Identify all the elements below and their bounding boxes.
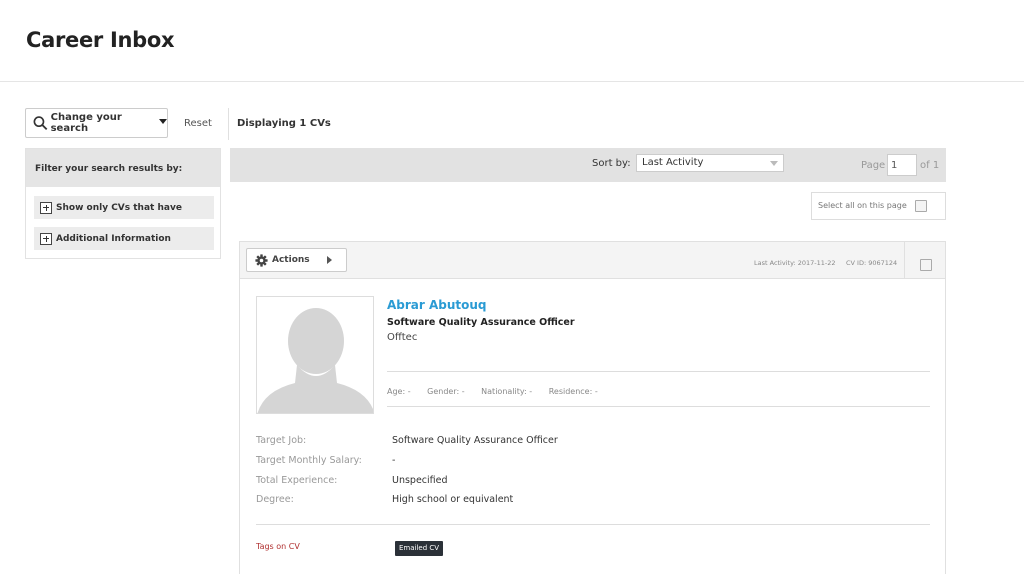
dropdown-arrow-icon	[770, 161, 778, 166]
detail-label: Target Job:	[256, 435, 307, 446]
filter-panel: Filter your search results by: Show only…	[25, 148, 221, 259]
sort-selected-value: Last Activity	[642, 157, 704, 168]
detail-value: High school or equivalent	[392, 494, 514, 505]
detail-label: Degree:	[256, 494, 294, 505]
page-number-input[interactable]	[887, 154, 917, 176]
actions-label: Actions	[272, 255, 310, 265]
candidate-company: Offtec	[387, 332, 418, 343]
detail-value: Unspecified	[392, 475, 448, 486]
search-icon	[33, 116, 48, 131]
caret-down-icon	[159, 119, 167, 124]
demographics-age: Age: -	[387, 387, 411, 396]
last-activity: Last Activity: 2017-11-22	[754, 259, 836, 267]
divider	[387, 371, 930, 372]
divider	[228, 108, 229, 140]
cv-card-header: Actions Last Activity: 2017-11-22 CV ID:…	[240, 242, 945, 279]
cv-select-checkbox[interactable]	[920, 259, 932, 271]
page-title: Career Inbox	[26, 28, 175, 52]
person-silhouette-icon	[257, 297, 373, 413]
cv-card: Actions Last Activity: 2017-11-22 CV ID:…	[239, 241, 946, 574]
page-total: of 1	[920, 160, 940, 171]
candidate-title: Software Quality Assurance Officer	[387, 317, 575, 328]
caret-right-icon	[327, 256, 332, 264]
detail-value: Software Quality Assurance Officer	[392, 435, 558, 446]
expand-plus-icon	[40, 201, 52, 214]
cv-id: CV ID: 9067124	[846, 259, 898, 267]
candidate-name-link[interactable]: Abrar Abutouq	[387, 298, 487, 312]
page-header: Career Inbox	[0, 0, 1024, 82]
select-all-box: Select all on this page	[811, 192, 946, 220]
filter-item-label: Show only CVs that have	[56, 202, 182, 213]
change-search-button[interactable]: Change your search	[25, 108, 168, 138]
sort-bar: Sort by: Last Activity Page of 1	[230, 148, 946, 182]
filter-item-additional-information[interactable]: Additional Information	[34, 227, 214, 250]
sort-select[interactable]: Last Activity	[636, 154, 784, 172]
avatar	[256, 296, 374, 414]
demographics-nationality: Nationality: -	[481, 387, 533, 396]
filter-item-label: Additional Information	[56, 233, 171, 244]
detail-value: -	[392, 455, 396, 466]
sort-label: Sort by:	[592, 158, 631, 169]
change-search-label: Change your search	[50, 112, 122, 134]
reset-link[interactable]: Reset	[184, 118, 212, 129]
select-all-label: Select all on this page	[818, 201, 907, 210]
detail-label: Target Monthly Salary:	[256, 455, 362, 466]
tag-badge[interactable]: Emailed CV	[395, 541, 444, 556]
actions-button[interactable]: Actions	[246, 248, 347, 272]
filter-heading: Filter your search results by:	[26, 149, 220, 187]
divider	[387, 406, 930, 407]
divider	[904, 242, 905, 279]
detail-label: Total Experience:	[256, 475, 338, 486]
demographics-residence: Residence: -	[548, 387, 598, 396]
results-count: Displaying 1 CVs	[237, 118, 331, 129]
gear-icon	[255, 253, 268, 267]
tags-label: Tags on CV	[256, 542, 300, 551]
demographics-gender: Gender: -	[427, 387, 465, 396]
expand-plus-icon	[40, 232, 52, 245]
page-label: Page	[861, 160, 886, 171]
filter-item-show-only[interactable]: Show only CVs that have	[34, 196, 214, 219]
demographics: Age: - Gender: - Nationality: - Residenc…	[387, 387, 612, 396]
select-all-checkbox[interactable]	[915, 200, 927, 212]
divider	[256, 524, 930, 525]
